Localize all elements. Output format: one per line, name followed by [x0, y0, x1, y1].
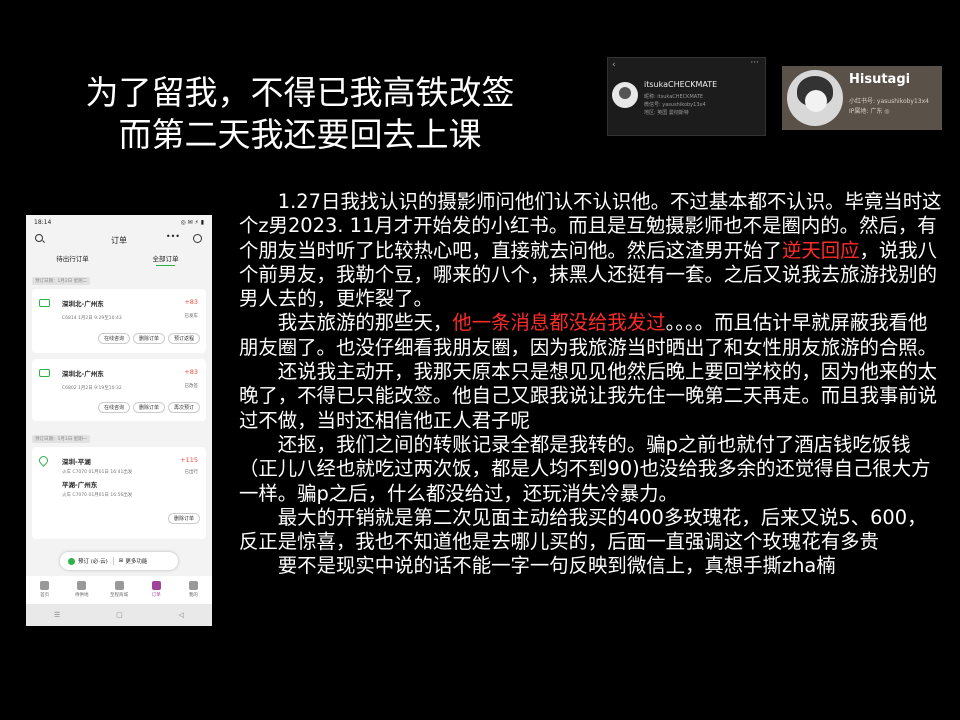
- location-icon: [37, 454, 50, 467]
- back-icon[interactable]: ◁: [179, 611, 184, 619]
- nav-mall[interactable]: 至程商城: [100, 576, 137, 604]
- avatar: [787, 70, 843, 126]
- orders-header: 订单 •••: [26, 229, 212, 251]
- section-date: 预订日期：1月2日 星期二: [32, 277, 91, 285]
- paragraph: 还说我主动开，我那天原本只是想见见他然后晚上要回学校的，因为他来的太晚了，不得已…: [239, 360, 938, 432]
- paragraph: 1.27日我找认识的摄影师问他们认不认识他。不过基本都不认识。毕竟当时这个z男2…: [239, 190, 942, 311]
- grid-icon: ⊞: [118, 558, 124, 564]
- order-info-2: 火车 C7070 01月01日 16:56出发: [62, 493, 133, 498]
- order-price: +83: [184, 368, 198, 376]
- consult-button[interactable]: 在线咨询: [97, 402, 130, 413]
- highlight-text: 他一条消息都没给我发过: [452, 311, 666, 335]
- home-icon: [40, 581, 50, 590]
- book-return-button[interactable]: 预订返程: [167, 333, 200, 344]
- delete-order-button[interactable]: 删除订单: [132, 402, 165, 413]
- more-features-button[interactable]: 更多功能: [125, 557, 147, 565]
- profile-meta-region: 地区: 英国 曼彻斯特: [644, 110, 689, 116]
- status-bar: 18:14 ◎ ✉ ⚡ ▮: [26, 215, 212, 229]
- paragraph: 我去旅游的那些天，他一条消息都没给我发过。。。。而且估计早就屏蔽我看他朋友圈了。…: [239, 311, 938, 359]
- train-icon: [39, 369, 50, 377]
- phone-icon: [68, 557, 75, 565]
- order-state: 已改签: [184, 384, 199, 389]
- user-icon: [188, 581, 198, 590]
- book-button[interactable]: 预订 (必·云): [78, 557, 108, 565]
- profile-meta-id: 微信号: yasushikoby13x4: [644, 102, 706, 108]
- order-state: 已发车: [184, 314, 199, 319]
- order-card[interactable]: 深圳北-广州东 +83 C6814 1月2日 9:29至10:43 已发车 在线…: [32, 289, 206, 353]
- more-icon: ···: [750, 58, 759, 68]
- nav-destinations[interactable]: 待供地: [63, 576, 100, 604]
- order-info: C6814 1月2日 9:29至10:43: [62, 316, 122, 321]
- orders-icon: [151, 581, 161, 590]
- title-line-1: 为了留我，不得已我高铁改签: [85, 73, 515, 112]
- menu-icon[interactable]: ☰: [54, 611, 60, 619]
- delete-order-button[interactable]: 删除订单: [167, 513, 200, 524]
- story-text: 1.27日我找认识的摄影师问他们认不认识他。不过基本都不认识。毕竟当时这个z男2…: [239, 190, 944, 579]
- order-route: 深圳北-广州东: [62, 300, 104, 308]
- header-title: 订单: [111, 235, 127, 245]
- order-route: 深圳-平湖: [62, 458, 91, 466]
- xiaohongshu-profile-card: Hisutagi 小红书号: yasushikoby13x4 IP属地: 广东 …: [782, 66, 942, 130]
- search-icon[interactable]: [35, 234, 43, 242]
- profile-meta-id: 小红书号: yasushikoby13x4: [849, 98, 929, 105]
- order-route: 深圳北-广州东: [62, 370, 104, 378]
- avatar: [612, 82, 638, 108]
- nav-home[interactable]: 首页: [26, 576, 63, 604]
- nav-orders[interactable]: 订单: [138, 576, 175, 604]
- order-card[interactable]: 深圳北-广州东 +83 C6802 1月2日 9:19至10:32 已改签 在线…: [32, 359, 206, 421]
- phone-order-screenshot: 18:14 ◎ ✉ ⚡ ▮ 订单 ••• 待出行订单 全部订单 预订日期：1月2…: [26, 215, 212, 626]
- order-info: 火车 C7070 01月01日 16:41出发: [62, 470, 133, 475]
- status-icons: ◎ ✉ ⚡ ▮: [180, 218, 205, 226]
- shop-icon: [114, 581, 124, 590]
- title-line-2: 而第二天我还要回去上课: [118, 115, 482, 154]
- order-tabs: 待出行订单 全部订单: [26, 251, 212, 267]
- order-info: C6802 1月2日 9:19至10:32: [62, 386, 122, 391]
- order-route-2: 平湖-广州东: [62, 481, 98, 489]
- highlight-text: 逆天回应: [781, 238, 860, 262]
- profile-meta-ip: IP属地: 广东 ◎: [849, 108, 890, 115]
- order-price: +115: [180, 456, 198, 464]
- profile-meta-nickname: 昵称: itsukaCHECKMATE: [644, 94, 704, 100]
- paragraph: 要不是现实中说的话不能一字一句反映到微信上，真想手撕zha楠: [277, 554, 836, 578]
- consult-button[interactable]: 在线咨询: [97, 333, 130, 344]
- record-icon[interactable]: [193, 234, 202, 243]
- paragraph: 最大的开销就是第二次见面主动给我买的400多玫瑰花，后来又说5、600，反正是惊…: [239, 505, 927, 554]
- profile-name: itsukaCHECKMATE: [644, 80, 718, 89]
- map-icon: [77, 581, 87, 590]
- back-icon: ‹: [612, 60, 616, 70]
- book-again-button[interactable]: 再次预订: [167, 402, 200, 413]
- tab-pending[interactable]: 待出行订单: [26, 251, 119, 267]
- profile-name: Hisutagi: [849, 72, 911, 87]
- tab-all-orders[interactable]: 全部订单: [119, 251, 212, 267]
- train-icon: [39, 299, 50, 307]
- order-price: +83: [184, 298, 198, 306]
- bottom-nav: 首页 待供地 至程商城 订单 我的: [26, 576, 212, 604]
- slide-title: 为了留我，不得已我高铁改签 而第二天我还要回去上课: [60, 72, 540, 156]
- nav-profile[interactable]: 我的: [175, 576, 212, 604]
- status-time: 18:14: [34, 218, 52, 226]
- order-card[interactable]: 深圳-平湖 +115 火车 C7070 01月01日 16:41出发 已出行 平…: [32, 447, 206, 539]
- more-icon[interactable]: •••: [166, 232, 180, 241]
- home-icon[interactable]: ▢: [116, 611, 123, 619]
- section-date: 预订日期：1月1日 星期一: [32, 435, 91, 443]
- paragraph: 还抠，我们之间的转账记录全都是我转的。骗p之前也就付了酒店钱吃饭钱（正儿八经也就…: [239, 432, 931, 505]
- system-nav-bar: ☰ ▢ ◁: [26, 604, 212, 626]
- order-state: 已出行: [184, 470, 199, 475]
- delete-order-button[interactable]: 删除订单: [132, 333, 165, 344]
- floating-actions: 预订 (必·云) ⊞ 更多功能: [60, 552, 178, 570]
- wechat-profile-card: ‹ ··· itsukaCHECKMATE 昵称: itsukaCHECKMAT…: [607, 57, 766, 136]
